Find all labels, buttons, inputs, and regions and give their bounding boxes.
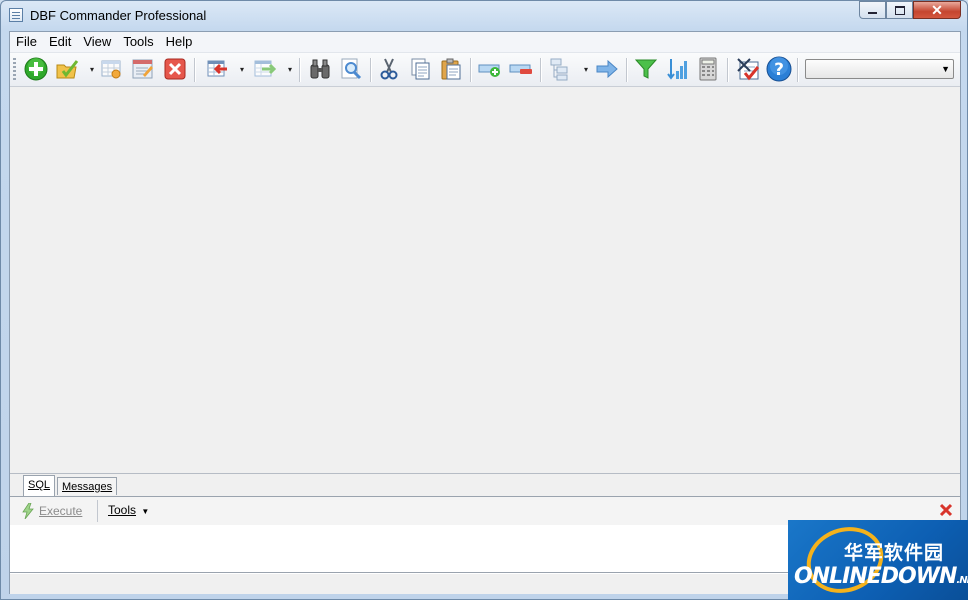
execute-label: Execute <box>39 504 83 518</box>
toolbar-separator <box>727 58 728 82</box>
watermark-suffix: .NET <box>956 575 968 586</box>
calculator-icon <box>699 57 717 81</box>
close-panel-icon[interactable] <box>938 502 954 518</box>
table-settings-button[interactable] <box>99 56 125 82</box>
export-button[interactable] <box>251 56 277 82</box>
combo-dropdown-icon[interactable]: ▼ <box>941 61 950 77</box>
menu-bar: File Edit View Tools Help <box>10 32 960 53</box>
watermark-brand-text: ONLINEDOWN.NET <box>794 564 968 589</box>
execute-button[interactable]: Execute <box>22 503 82 519</box>
tab-sql[interactable]: SQL <box>23 475 56 496</box>
maximize-button[interactable] <box>886 1 913 19</box>
open-dropdown-arrow[interactable]: ▾ <box>88 66 96 74</box>
structure-button[interactable] <box>547 56 573 82</box>
minimize-button[interactable] <box>859 1 886 19</box>
find-button[interactable] <box>307 56 333 82</box>
sql-tools-arrow-icon: ▼ <box>141 507 150 516</box>
close-button[interactable]: ✕ <box>913 1 961 19</box>
client-area: File Edit View Tools Help ▾ ▾ ▾ ▾ ? ▼ SQ… <box>9 31 961 594</box>
sql-toolbar-separator <box>97 500 98 522</box>
toolbar-separator <box>797 58 798 82</box>
import-icon <box>207 60 227 77</box>
new-table-button[interactable] <box>23 56 49 82</box>
add-row-icon <box>478 64 500 77</box>
open-button[interactable] <box>54 56 80 82</box>
cut-button[interactable] <box>376 56 402 82</box>
sort-button[interactable] <box>664 56 690 82</box>
copy-button[interactable] <box>407 56 433 82</box>
export-icon <box>254 60 276 77</box>
app-table-icon[interactable] <box>9 8 23 22</box>
bottom-tab-strip: SQL Messages <box>10 474 960 496</box>
import-button[interactable] <box>204 56 230 82</box>
add-record-button[interactable] <box>477 56 503 82</box>
copy-icon <box>411 58 430 80</box>
calculator-button[interactable] <box>695 56 721 82</box>
tree-structure-icon <box>550 58 568 81</box>
mdi-workspace[interactable] <box>10 87 960 474</box>
filter-button[interactable] <box>633 56 659 82</box>
close-icon: ✕ <box>931 1 943 18</box>
help-icon: ? <box>766 56 792 82</box>
toolbar-separator <box>194 58 195 82</box>
svg-text:?: ? <box>774 60 784 80</box>
menu-help[interactable]: Help <box>160 32 199 52</box>
right-arrow-icon <box>596 59 618 79</box>
checklist-icon <box>737 58 760 81</box>
main-toolbar: ▾ ▾ ▾ ▾ ? ▼ <box>10 53 960 87</box>
structure-dropdown-arrow[interactable]: ▾ <box>582 66 590 74</box>
watermark-chinese-text: 华军软件园 <box>844 542 945 564</box>
toolbar-separator <box>470 58 471 82</box>
watermark-logo: 华军软件园 ONLINEDOWN.NET <box>788 520 968 600</box>
lightning-icon <box>22 503 34 519</box>
save-edit-button[interactable] <box>130 56 156 82</box>
export-dropdown-arrow[interactable]: ▾ <box>286 66 294 74</box>
checklist-button[interactable] <box>735 56 761 82</box>
red-x-icon <box>164 58 186 80</box>
binoculars-icon <box>310 59 330 79</box>
close-table-button[interactable] <box>162 56 188 82</box>
minimize-icon <box>868 12 877 14</box>
toolbar-separator <box>299 58 300 82</box>
window-title: DBF Commander Professional <box>30 8 207 23</box>
help-button[interactable]: ? <box>766 56 792 82</box>
sql-tools-dropdown[interactable]: Tools ▼ <box>108 503 149 517</box>
folder-check-icon <box>56 60 79 79</box>
app-window: DBF Commander Professional ✕ File Edit V… <box>0 0 968 600</box>
watermark-brand: ONLINEDOWN <box>794 564 957 589</box>
window-controls: ✕ <box>859 1 961 21</box>
filter-icon <box>634 59 658 79</box>
import-dropdown-arrow[interactable]: ▾ <box>238 66 246 74</box>
restore-icon <box>894 5 905 15</box>
table-gear-icon <box>101 60 121 79</box>
title-bar[interactable]: DBF Commander Professional ✕ <box>1 1 967 29</box>
find-page-button[interactable] <box>338 56 364 82</box>
magnifier-page-icon <box>341 58 362 80</box>
sql-tools-label: Tools <box>108 503 137 517</box>
scissors-icon <box>380 58 398 80</box>
paste-button[interactable] <box>438 56 464 82</box>
toolbar-separator <box>370 58 371 82</box>
sort-icon <box>667 59 687 80</box>
green-plus-icon <box>24 57 48 81</box>
paste-icon <box>441 58 461 80</box>
tab-messages[interactable]: Messages <box>57 477 118 495</box>
table-selector-combo[interactable]: ▼ <box>805 59 954 79</box>
delete-record-button[interactable] <box>508 56 534 82</box>
menu-file[interactable]: File <box>10 32 43 52</box>
toolbar-separator <box>540 58 541 82</box>
toolbar-grip[interactable] <box>13 58 16 82</box>
remove-row-icon <box>509 64 532 74</box>
menu-edit[interactable]: Edit <box>43 32 77 52</box>
save-edit-icon <box>132 59 153 79</box>
menu-tools[interactable]: Tools <box>117 32 159 52</box>
go-to-button[interactable] <box>594 56 620 82</box>
menu-view[interactable]: View <box>77 32 117 52</box>
toolbar-separator <box>626 58 627 82</box>
